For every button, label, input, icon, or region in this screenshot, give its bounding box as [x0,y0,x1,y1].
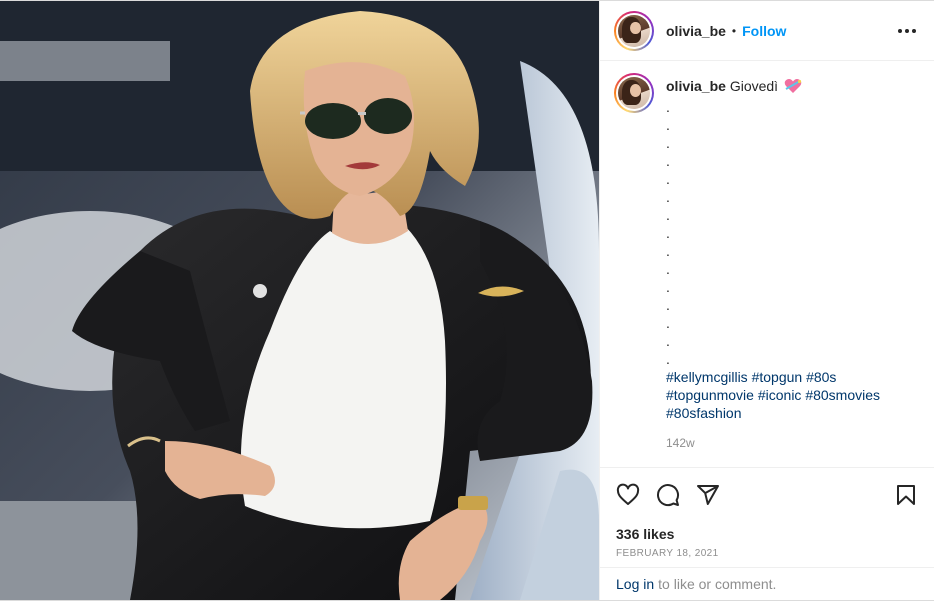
caption-dot-line: . [666,225,670,241]
caption-username[interactable]: olivia_be [666,78,726,94]
caption: olivia_be Giovedì . . . . . . . . . . . … [666,77,880,467]
post-side-panel: olivia_be • Follow olivia_be Giovedì . .… [599,1,934,600]
comment-icon[interactable] [656,483,680,507]
avatar-frame [616,75,652,111]
caption-dot-line: . [666,171,670,187]
caption-dot-line: . [666,351,670,367]
hashtag-line: #topgunmovie #iconic #80smovies [666,386,880,404]
caption-dot-line: . [666,333,670,349]
post-photo[interactable] [0,1,599,600]
more-dot-icon [905,28,909,33]
caption-text: Giovedì [729,78,779,94]
more-options-button[interactable] [896,23,918,39]
likes-count[interactable]: 336 likes [616,526,918,542]
caption-dot-line: . [666,99,670,115]
hashtag-line: #kellymcgillis #topgun #80s [666,368,880,386]
caption-time-ago[interactable]: 142w [666,434,880,452]
caption-hashtags: #kellymcgillis #topgun #80s #topgunmovie… [666,368,880,422]
post-photo-image [0,1,599,600]
avatar-face [630,84,642,97]
header-username[interactable]: olivia_be [666,23,726,39]
action-icons [616,480,918,510]
hashtag-link[interactable]: #kellymcgillis [666,369,748,385]
hashtag-line: #80sfashion [666,404,880,422]
heart-icon[interactable] [616,483,640,507]
caption-dot-line: . [666,261,670,277]
caption-dot-line: . [666,279,670,295]
avatar-image [618,77,650,109]
avatar-frame [616,12,652,49]
hashtag-link[interactable]: #80smovies [805,387,880,403]
avatar-image [618,14,650,47]
header-separator: • [731,23,737,38]
hashtag-link[interactable]: #80s [806,369,836,385]
caption-first-line: olivia_be Giovedì [666,77,880,98]
caption-dot-line: . [666,117,670,133]
caption-area: olivia_be Giovedì . . . . . . . . . . . … [600,61,934,467]
caption-dot-line: . [666,315,670,331]
avatar[interactable] [614,10,654,51]
hashtag-link[interactable]: #80sfashion [666,405,742,421]
heart-with-ribbon-emoji-icon [784,78,802,98]
caption-dot-line: . [666,297,670,313]
post-date: February 18, 2021 [616,548,719,559]
caption-dot-line: . [666,153,670,169]
share-icon[interactable] [696,483,720,507]
caption-dots: . . . . . . . . . . . . . . . [666,98,880,368]
hashtag-link[interactable]: #topgun [752,369,803,385]
caption-dot-line: . [666,207,670,223]
more-dot-icon [898,28,902,33]
hashtag-link[interactable]: #topgunmovie [666,387,754,403]
post-header: olivia_be • Follow [600,1,934,61]
instagram-post: olivia_be • Follow olivia_be Giovedì . .… [0,0,934,601]
more-dot-icon [912,28,916,33]
follow-button[interactable]: Follow [742,23,786,39]
bookmark-icon[interactable] [894,483,918,507]
post-actions: 336 likes February 18, 2021 [600,467,934,567]
login-link[interactable]: Log in [616,576,654,592]
caption-dot-line: . [666,243,670,259]
hashtag-link[interactable]: #iconic [758,387,802,403]
caption-dot-line: . [666,135,670,151]
caption-avatar[interactable] [614,73,654,113]
login-prompt: Log in to like or comment. [600,567,934,600]
login-prompt-text: to like or comment. [658,576,777,592]
caption-dot-line: . [666,189,670,205]
